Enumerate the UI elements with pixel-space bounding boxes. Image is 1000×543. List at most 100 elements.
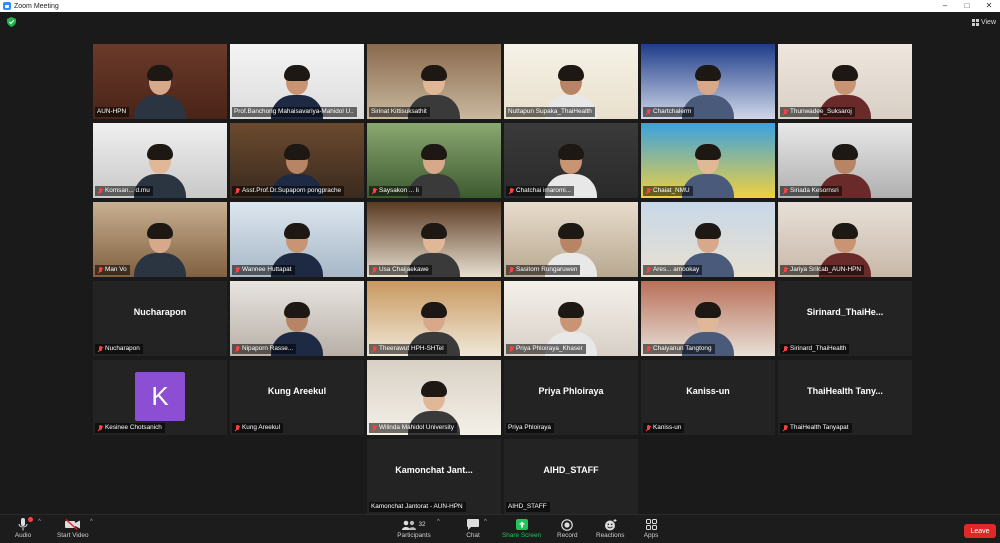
participant-tile[interactable]: Wannee Huttapat <box>230 202 364 277</box>
participants-icon: 32 <box>397 517 431 532</box>
participant-name-label: Usa Chaijaekawe <box>369 265 432 275</box>
apps-label: Apps <box>643 532 659 539</box>
participant-tile[interactable]: Komsan... d.mu <box>93 123 227 198</box>
record-button[interactable]: Record <box>557 517 578 539</box>
muted-microphone-icon <box>97 345 103 353</box>
muted-microphone-icon <box>645 345 651 353</box>
participant-name-label: Wilinda Mahidol University <box>369 423 457 433</box>
participant-tile[interactable]: Thunwadee_Suksaroj <box>778 44 912 119</box>
participant-tile[interactable]: Nuttapun Supaka_ThaiHealth <box>504 44 638 119</box>
participant-tile[interactable]: Chaiyanun Tangtong <box>641 281 775 356</box>
participant-tile[interactable]: Priya Phloiraya_Khaser <box>504 281 638 356</box>
participant-name-label: Chaiat_NMU <box>643 186 693 196</box>
muted-microphone-icon <box>371 345 377 353</box>
chat-options-chevron-icon[interactable]: ^ <box>484 519 487 525</box>
participant-tile[interactable]: Chartchalerm <box>641 44 775 119</box>
participant-tile[interactable]: Kamonchat Jant... Kamonchat Jantorat - AU… <box>367 439 501 514</box>
participant-name-label: Jariya Srilcab_AUN-HPN <box>780 265 865 275</box>
participant-tile[interactable]: AUN-HPN <box>93 44 227 119</box>
reactions-button[interactable]: Reactions <box>596 517 624 539</box>
participant-tile[interactable]: Chatchai imaromi... <box>504 123 638 198</box>
participant-name: Man Vo <box>105 266 127 273</box>
participant-tile[interactable]: AIHD_STAFF AIHD_STAFF <box>504 439 638 514</box>
participant-tile[interactable]: ThaiHealth Tany... ThaiHealth Tanyapat <box>778 360 912 435</box>
chat-icon <box>464 517 482 532</box>
window-titlebar: Zoom Meeting – □ ✕ <box>0 0 1000 12</box>
share-screen-icon <box>513 517 531 532</box>
participant-count: 32 <box>418 521 426 528</box>
share-screen-button[interactable]: Share Screen <box>502 517 541 539</box>
minimize-button[interactable]: – <box>934 0 956 12</box>
muted-microphone-icon <box>508 266 514 274</box>
participant-name-label: Kung Areekul <box>232 423 284 433</box>
participant-tile[interactable]: Sasitorn Rungaruwen <box>504 202 638 277</box>
muted-microphone-icon <box>234 345 240 353</box>
participant-display-name: AIHD_STAFF <box>543 465 599 475</box>
participant-tile[interactable]: Wilinda Mahidol University <box>367 360 501 435</box>
close-button[interactable]: ✕ <box>978 0 1000 12</box>
participant-display-name: Kamonchat Jant... <box>395 465 473 475</box>
maximize-button[interactable]: □ <box>956 0 978 12</box>
participant-tile[interactable]: Nipaporn Rasse... <box>230 281 364 356</box>
participant-tile[interactable]: Sirinard_ThaiHe... Sirinard_ThaiHealth <box>778 281 912 356</box>
participant-name: Chartchalerm <box>653 108 692 115</box>
participant-name: Wannee Huttapat <box>242 266 292 273</box>
participant-name: Usa Chaijaekawe <box>379 266 429 273</box>
participant-tile[interactable]: Chaiat_NMU <box>641 123 775 198</box>
participant-tile[interactable]: Ares... amookay <box>641 202 775 277</box>
participant-name: Sasitorn Rungaruwen <box>516 266 578 273</box>
participant-tile[interactable]: Jariya Srilcab_AUN-HPN <box>778 202 912 277</box>
start-video-button[interactable]: Start Video <box>57 517 89 539</box>
participant-name-label: AUN-HPN <box>95 107 130 117</box>
participant-name-label: Komsan... d.mu <box>95 186 153 196</box>
shield-check-icon[interactable] <box>7 17 16 27</box>
audio-button[interactable]: Audio <box>14 517 33 539</box>
participant-name: Chatchai imaromi... <box>516 187 572 194</box>
participant-name-label: Prof.Banchong Mahaisavariya-Mahidol U.. <box>232 107 357 117</box>
muted-microphone-icon <box>782 424 788 432</box>
zoom-app-icon <box>3 2 11 10</box>
participant-tile[interactable]: Usa Chaijaekawe <box>367 202 501 277</box>
participant-tile[interactable]: Man Vo <box>93 202 227 277</box>
muted-microphone-icon <box>645 108 651 116</box>
participant-video-figure <box>134 221 186 277</box>
participant-tile[interactable]: Kaniss-un Kaniss-un <box>641 360 775 435</box>
participant-tile[interactable]: Kung Areekul Kung Areekul <box>230 360 364 435</box>
participant-name-label: Nuttapun Supaka_ThaiHealth <box>506 107 595 117</box>
participant-name-label: Kesinee Chotsanich <box>95 423 165 433</box>
participant-tile[interactable]: Saysakon ... li <box>367 123 501 198</box>
view-button[interactable]: View <box>971 16 996 28</box>
leave-button[interactable]: Leave <box>964 524 996 538</box>
participant-name-label: Asst.Prof.Dr.Supaporn pongprache <box>232 186 345 196</box>
participant-tile[interactable]: K Kesinee Chotsanich <box>93 360 227 435</box>
participant-tile[interactable]: Priya Phloiraya Priya Phloiraya <box>504 360 638 435</box>
muted-microphone-icon <box>782 266 788 274</box>
audio-options-chevron-icon[interactable]: ^ <box>38 519 41 525</box>
video-options-chevron-icon[interactable]: ^ <box>90 519 93 525</box>
participant-display-name: Kung Areekul <box>267 386 327 396</box>
participant-tile[interactable]: Theerawut HPH-SHTel <box>367 281 501 356</box>
participant-name-label: Chartchalerm <box>643 107 695 117</box>
share-screen-label: Share Screen <box>502 532 542 539</box>
participant-name: AIHD_STAFF <box>508 503 547 510</box>
participant-name: Komsan... d.mu <box>105 187 150 194</box>
participants-options-chevron-icon[interactable]: ^ <box>437 519 440 525</box>
participant-display-name: ThaiHealth Tany... <box>807 386 883 396</box>
participant-tile[interactable]: Siriada Kesornsri <box>778 123 912 198</box>
participant-name-label: Man Vo <box>95 265 130 275</box>
avatar: K <box>135 372 185 421</box>
apps-button[interactable]: Apps <box>642 517 660 539</box>
participant-tile[interactable]: Sirinat Kittisuksathit <box>367 44 501 119</box>
participant-name: Sirinard_ThaiHealth <box>790 345 847 352</box>
muted-microphone-icon <box>508 345 514 353</box>
participants-button[interactable]: 32 Participants <box>397 517 431 539</box>
participant-tile[interactable]: Prof.Banchong Mahaisavariya-Mahidol U.. <box>230 44 364 119</box>
participant-name-label: Kaniss-un <box>643 423 685 433</box>
chat-button[interactable]: Chat <box>464 517 482 539</box>
window-controls: – □ ✕ <box>934 0 1000 12</box>
participant-tile[interactable]: Asst.Prof.Dr.Supaporn pongprache <box>230 123 364 198</box>
participant-name-label: Thunwadee_Suksaroj <box>780 107 855 117</box>
participant-name: Priya Phloiraya_Khaser <box>516 345 583 352</box>
participant-tile[interactable]: Nucharapon Nucharapon <box>93 281 227 356</box>
participant-display-name: Sirinard_ThaiHe... <box>806 307 884 317</box>
